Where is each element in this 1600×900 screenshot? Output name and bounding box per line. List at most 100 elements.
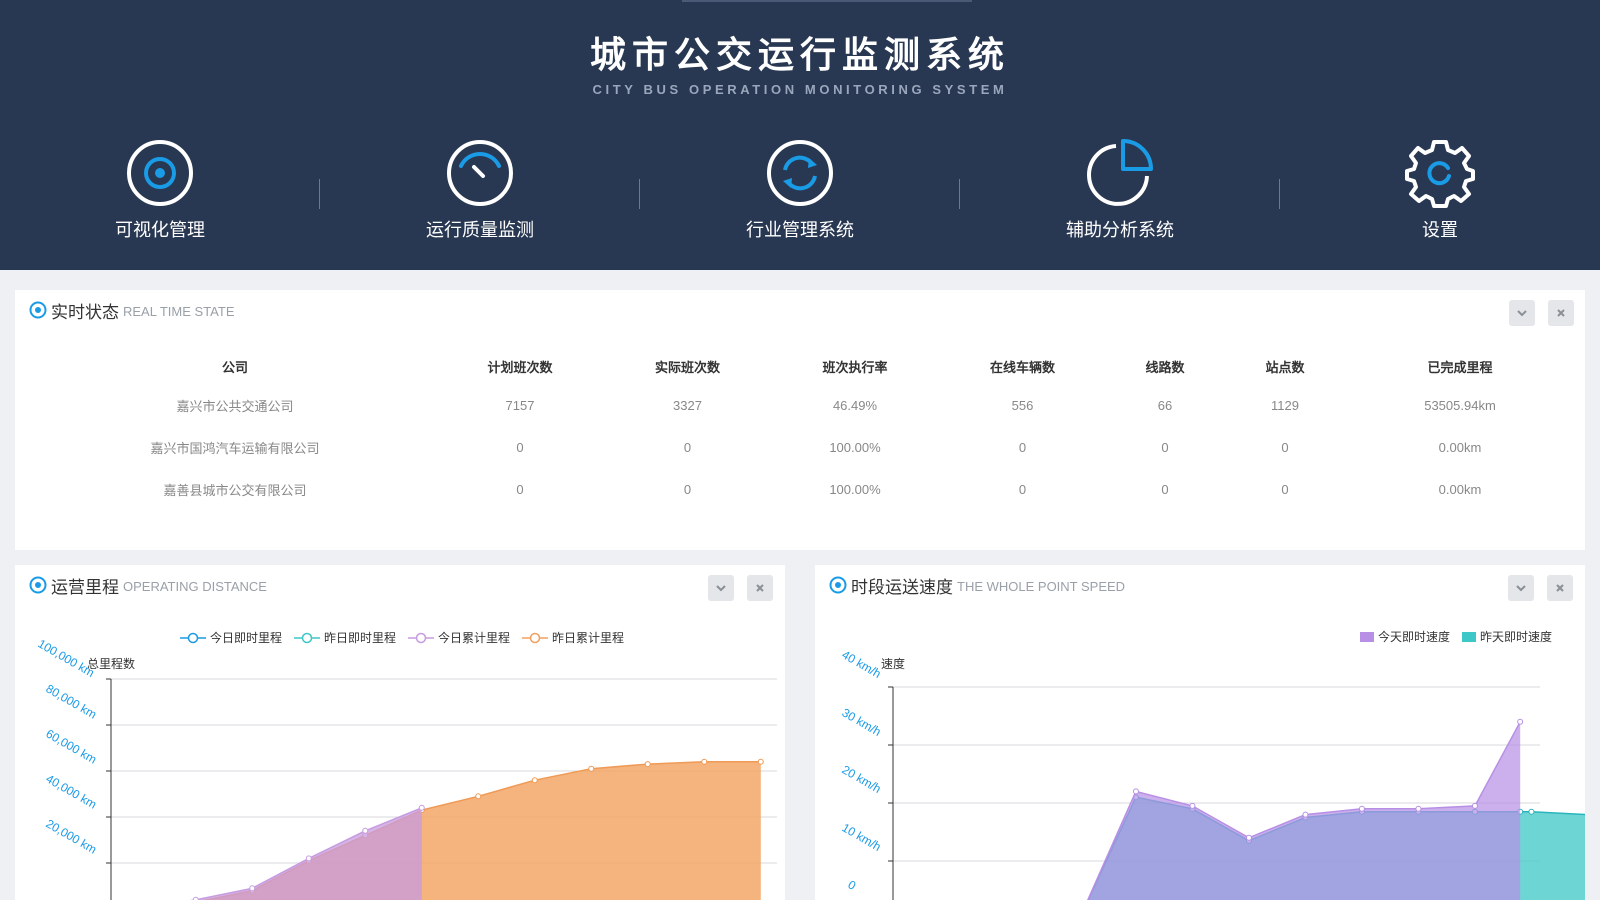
table-cell: 嘉兴市国鸿汽车运输有限公司 xyxy=(150,440,320,456)
column-header: 实际班次数 xyxy=(654,359,720,375)
nav-item-settings[interactable]: 设置 xyxy=(1340,138,1540,248)
chart-series xyxy=(1086,718,1585,900)
column-header: 公司 xyxy=(221,359,248,375)
data-point xyxy=(644,761,651,768)
nav-label: 辅助分析系统 xyxy=(1066,220,1174,240)
data-point xyxy=(1517,718,1524,725)
table-cell: 100.00% xyxy=(829,481,881,497)
table-cell: 7157 xyxy=(505,397,535,413)
table-row: 嘉兴市国鸿汽车运输有限公司 0 0 100.00% 0 0 0 0.00km xyxy=(35,426,1575,468)
table-cell: 0 xyxy=(1018,439,1027,455)
data-point xyxy=(531,777,538,784)
table-cell: 0 xyxy=(516,481,524,497)
data-point xyxy=(1415,805,1422,812)
distance-chart: 总里程数 100,000 km 80,000 km 60,000 km 40,0… xyxy=(36,636,777,900)
data-point xyxy=(1245,834,1252,841)
data-point xyxy=(1189,802,1196,809)
collapse-button[interactable] xyxy=(1509,300,1535,326)
nav-label: 设置 xyxy=(1422,220,1458,240)
column-header: 计划班次数 xyxy=(487,359,553,375)
table-cell: 0.00km xyxy=(1438,439,1482,455)
nav-label: 行业管理系统 xyxy=(746,220,854,240)
speed-panel: 时段运送速度 THE WHOLE POINT SPEED 今天即时速度 昨天即时… xyxy=(815,565,1585,900)
nav-separator xyxy=(639,179,640,209)
data-point xyxy=(249,885,256,892)
y-axis-tick-labels: 100,000 km 80,000 km 60,000 km 40,000 km… xyxy=(36,636,100,856)
table-cell: 556 xyxy=(1011,397,1034,413)
table-cell: 嘉兴市公共交通公司 xyxy=(176,398,294,414)
nav-separator xyxy=(1279,179,1280,209)
column-header: 班次执行率 xyxy=(822,359,888,375)
nav-item-quality-monitoring[interactable]: 运行质量监测 xyxy=(380,138,580,248)
gauge-icon xyxy=(447,140,513,206)
chevron-down-icon xyxy=(1517,310,1527,317)
table-cell: 100.00% xyxy=(829,439,881,455)
table-cell: 53505.94km xyxy=(1424,397,1496,413)
data-point xyxy=(1471,802,1478,809)
distance-panel: 运营里程 OPERATING DISTANCE 今日即时里程 昨日即时里程 今日… xyxy=(15,565,785,900)
y-axis-title: 速度 xyxy=(881,656,905,671)
target-icon xyxy=(127,140,193,206)
table-cell: 0.00km xyxy=(1438,481,1482,497)
data-point xyxy=(588,765,595,772)
speed-chart: 速度 40 km/h 30 km/h 20 km/h 10 km/h 0 xyxy=(840,647,1585,900)
panel-header: 实时状态 REAL TIME STATE xyxy=(29,298,234,322)
data-point xyxy=(418,804,425,811)
y-tick-label: 10 km/h xyxy=(840,820,884,853)
chart-series xyxy=(189,758,764,900)
nav-separator xyxy=(319,179,320,209)
data-point xyxy=(1132,788,1139,795)
column-header: 站点数 xyxy=(1265,359,1305,375)
table-cell: 0 xyxy=(1281,481,1289,497)
gear-icon xyxy=(1405,140,1475,208)
data-point xyxy=(475,793,482,800)
table-header-row: 公司 计划班次数 实际班次数 班次执行率 在线车辆数 线路数 站点数 已完成里程 xyxy=(35,348,1575,384)
column-header: 在线车辆数 xyxy=(989,359,1055,375)
series-area xyxy=(1087,721,1521,900)
table-cell: 3327 xyxy=(673,397,702,413)
data-point xyxy=(701,758,708,765)
realtime-panel: 实时状态 REAL TIME STATE 公司 计划班次数 实际班次数 班次执行… xyxy=(15,290,1585,550)
column-header: 已完成里程 xyxy=(1427,359,1493,375)
table-cell: 0 xyxy=(1161,481,1169,497)
table-cell: 46.49% xyxy=(832,397,878,413)
app-header: 城市公交运行监测系统 CITY BUS OPERATION MONITORING… xyxy=(0,0,1600,270)
y-tick-label: 30 km/h xyxy=(840,705,884,738)
y-tick-label: 60,000 km xyxy=(44,726,100,766)
data-point xyxy=(1358,805,1365,812)
table-cell: 66 xyxy=(1157,397,1173,413)
header-top-line xyxy=(682,0,972,2)
table-cell: 0 xyxy=(1161,439,1169,455)
table-cell: 0 xyxy=(1281,439,1289,455)
data-point xyxy=(1528,808,1535,815)
data-point xyxy=(757,758,764,765)
page-subtitle: CITY BUS OPERATION MONITORING SYSTEM xyxy=(592,82,1008,97)
y-tick-label: 80,000 km xyxy=(44,681,100,721)
table-cell: 0 xyxy=(1018,481,1027,497)
column-header: 线路数 xyxy=(1145,359,1185,375)
pie-chart-icon xyxy=(1087,139,1153,206)
table-row: 嘉兴市公共交通公司 7157 3327 46.49% 556 66 1129 5… xyxy=(35,384,1575,426)
y-tick-label: 40,000 km xyxy=(44,771,100,811)
nav-item-visual-management[interactable]: 可视化管理 xyxy=(60,138,260,248)
nav-item-analysis-system[interactable]: 辅助分析系统 xyxy=(1020,138,1220,248)
table-cell: 1129 xyxy=(1271,397,1299,413)
nav-label: 可视化管理 xyxy=(115,220,205,240)
y-tick-label: 20,000 km xyxy=(44,816,100,856)
realtime-table: 公司 计划班次数 实际班次数 班次执行率 在线车辆数 线路数 站点数 已完成里程… xyxy=(35,348,1575,510)
y-tick-label: 0 xyxy=(846,877,859,893)
data-point xyxy=(362,827,369,834)
table-cell: 嘉善县城市公交有限公司 xyxy=(163,482,307,498)
nav-label: 运行质量监测 xyxy=(426,220,534,240)
nav-item-industry-management[interactable]: 行业管理系统 xyxy=(700,138,900,248)
data-point xyxy=(1302,811,1309,818)
table-cell: 0 xyxy=(683,481,692,497)
close-button[interactable] xyxy=(1548,300,1574,326)
series-area xyxy=(194,807,422,900)
panel-subtitle: REAL TIME STATE xyxy=(123,303,235,319)
y-axis-tick-labels: 40 km/h 30 km/h 20 km/h 10 km/h 0 xyxy=(840,647,884,893)
target-icon xyxy=(29,301,47,319)
table-cell: 0 xyxy=(516,439,524,455)
page-title: 城市公交运行监测系统 xyxy=(589,34,1010,75)
series-area xyxy=(206,761,761,900)
